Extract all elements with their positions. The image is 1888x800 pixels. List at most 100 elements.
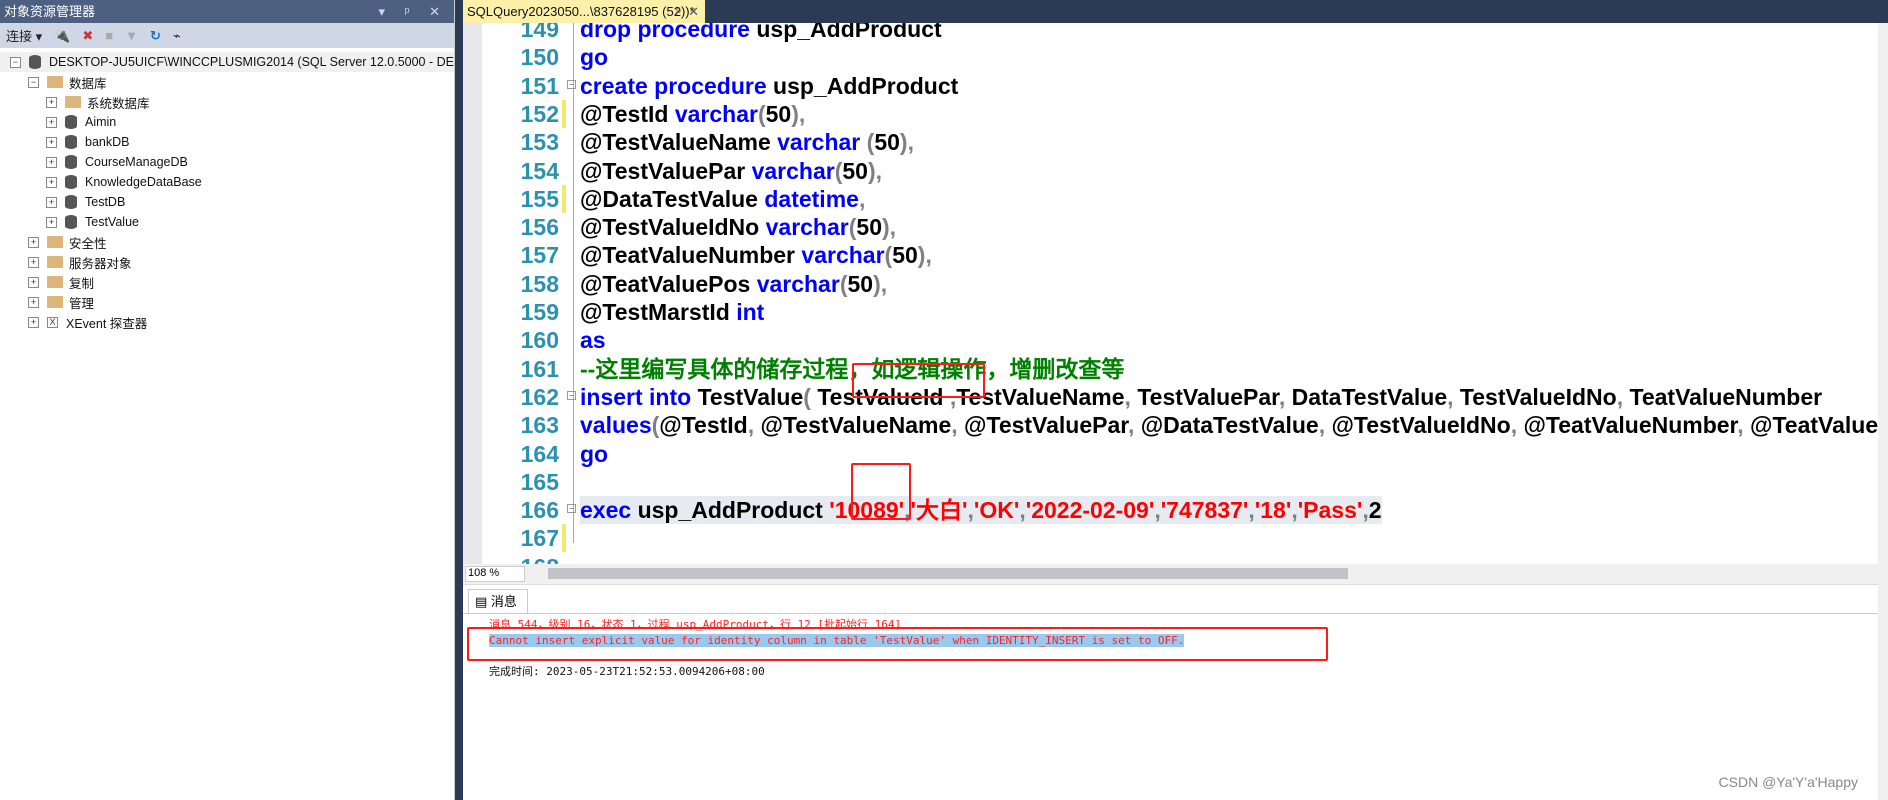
filter-icon[interactable]: ▼	[125, 28, 138, 43]
change-marker	[562, 524, 566, 553]
expand-icon[interactable]: +	[28, 316, 39, 328]
tree-item[interactable]: + X XEvent 探查器	[0, 312, 454, 332]
code-line: 158 @TeatValuePos varchar(50),	[463, 270, 1888, 298]
collapse-icon[interactable]: −	[28, 76, 39, 88]
expand-icon[interactable]: +	[46, 136, 57, 148]
code-text: @TestValueName varchar (50),	[580, 128, 914, 156]
code-token: ,	[1616, 383, 1630, 410]
vertical-scrollbar[interactable]	[1878, 23, 1888, 800]
code-line: 155 @DataTestValue datetime,	[463, 184, 1888, 213]
database-icon	[65, 175, 77, 189]
connect-plug-icon[interactable]: 🔌	[54, 28, 70, 44]
code-text: @TeatValueNumber varchar(50),	[580, 241, 932, 269]
tree-item[interactable]: + 系统数据库	[0, 92, 454, 112]
code-line: 150 go	[463, 43, 1888, 71]
zoom-select[interactable]: 108 %	[465, 566, 525, 582]
messages-tab-label: 消息	[490, 594, 517, 609]
connect-button[interactable]: 连接 ▾	[6, 26, 42, 45]
splitter[interactable]	[455, 0, 463, 800]
collapse-icon[interactable]: −	[10, 56, 21, 68]
code-token: 50	[856, 214, 882, 241]
code-line: 160 as	[463, 326, 1888, 354]
refresh-icon[interactable]: ↻	[150, 28, 161, 44]
expand-icon[interactable]: +	[28, 236, 39, 248]
fold-icon[interactable]: −	[567, 504, 576, 514]
disconnect-icon[interactable]: ✖	[82, 28, 93, 44]
close-icon[interactable]: ✕	[688, 4, 699, 19]
code-token: ,	[1278, 383, 1292, 410]
activity-monitor-icon[interactable]: ⌁	[173, 28, 181, 44]
database-icon	[65, 195, 77, 209]
server-icon	[29, 55, 41, 69]
folder-icon	[65, 96, 81, 108]
expand-icon[interactable]: +	[28, 296, 39, 308]
code-line: 149 drop procedure usp_AddProduct	[463, 23, 1888, 43]
code-token: @TeatValueNumber	[580, 242, 802, 269]
tree-item-label: 安全性	[69, 236, 107, 251]
panel-title: 对象资源管理器	[4, 4, 96, 19]
tree-item[interactable]: + TestValue	[0, 212, 454, 232]
code-token: varchar	[801, 242, 885, 269]
highlight-box-error	[467, 627, 1328, 661]
expand-icon[interactable]: +	[46, 176, 57, 188]
fold-icon[interactable]: −	[567, 390, 576, 400]
tree-item[interactable]: + CourseManageDB	[0, 152, 454, 172]
expand-icon[interactable]: +	[46, 96, 57, 108]
line-number: 163	[520, 412, 559, 439]
pin-icon[interactable]: ᵖ	[676, 4, 681, 19]
code-text: as	[580, 326, 606, 354]
line-number: 165	[520, 468, 559, 495]
tab-close-icon[interactable]: ᵖ ✕	[676, 0, 699, 23]
highlight-box-value	[851, 463, 911, 520]
tree-item[interactable]: + Aimin	[0, 112, 454, 132]
expand-icon[interactable]: +	[46, 196, 57, 208]
code-token: ,	[1510, 412, 1524, 439]
folder-icon	[47, 76, 63, 88]
database-icon	[65, 215, 77, 229]
tree-item[interactable]: + 安全性	[0, 232, 454, 252]
expand-icon[interactable]: +	[46, 216, 57, 228]
expand-icon[interactable]: +	[46, 116, 57, 128]
horizontal-scrollbar[interactable]	[548, 568, 1348, 579]
tab-sqlquery[interactable]: SQLQuery2023050...\837628195 (52))* ᵖ ✕	[463, 0, 705, 23]
explorer-toolbar: 连接 ▾ 🔌 ✖ ■ ▼ ↻ ⌁	[0, 23, 454, 48]
code-token: @TestValueName	[760, 412, 952, 439]
line-number: 153	[520, 129, 559, 156]
expand-icon[interactable]: +	[46, 156, 57, 168]
code-token: @TestMarstId	[580, 299, 737, 325]
tab-messages[interactable]: ▤ 消息	[468, 589, 528, 614]
code-token: @TestValueIdNo	[580, 214, 766, 241]
tree-item[interactable]: − DESKTOP-JU5UICF\WINCCPLUSMIG2014 (SQL S…	[0, 52, 555, 72]
code-line: 161 --这里编写具体的储存过程，如逻辑操作，增删改查等	[463, 355, 1888, 383]
expand-icon[interactable]: +	[28, 256, 39, 268]
line-number: 161	[520, 355, 559, 382]
code-line: 154 @TestValuePar varchar(50),	[463, 157, 1888, 185]
database-icon	[65, 135, 77, 149]
expand-icon[interactable]: +	[28, 276, 39, 288]
fold-icon[interactable]: −	[567, 79, 576, 89]
code-token: @TeatValuePos	[1750, 412, 1888, 439]
folder-icon	[47, 236, 63, 248]
tree-item[interactable]: + KnowledgeDataBase	[0, 172, 454, 192]
line-number: 151	[520, 72, 559, 99]
tree-item-label: 复制	[69, 276, 95, 291]
tree-item[interactable]: + 服务器对象	[0, 252, 454, 272]
tree-item[interactable]: + 复制	[0, 272, 454, 292]
code-text: go	[580, 440, 608, 468]
highlight-box-column	[852, 363, 985, 398]
code-token: @TestValueName	[580, 129, 778, 156]
query-editor[interactable]: 149 drop procedure usp_AddProduct 150 go 151…	[463, 23, 1888, 564]
stop-icon[interactable]: ■	[105, 28, 113, 43]
code-line: 151− create procedure usp_AddProduct	[463, 72, 1888, 100]
code-token: @TestId	[580, 100, 675, 127]
code-line: 166− exec usp_AddProduct '10089','大白','OK…	[463, 496, 1888, 525]
code-text: @TestId varchar(50),	[580, 100, 805, 128]
panel-controls[interactable]: ▾ ᵖ ✕	[378, 0, 448, 23]
code-line: 159 @TestMarstId int	[463, 298, 1888, 326]
results-pane: ▤ 消息 消息 544，级别 16，状态 1，过程 usp_AddProduct…	[463, 584, 1888, 800]
code-token: insert into	[580, 383, 698, 410]
tree-item[interactable]: + TestDB	[0, 192, 454, 212]
tree-item[interactable]: + 管理	[0, 292, 454, 312]
tree-item[interactable]: − 数据库	[0, 72, 454, 92]
tree-item[interactable]: + bankDB	[0, 132, 454, 152]
